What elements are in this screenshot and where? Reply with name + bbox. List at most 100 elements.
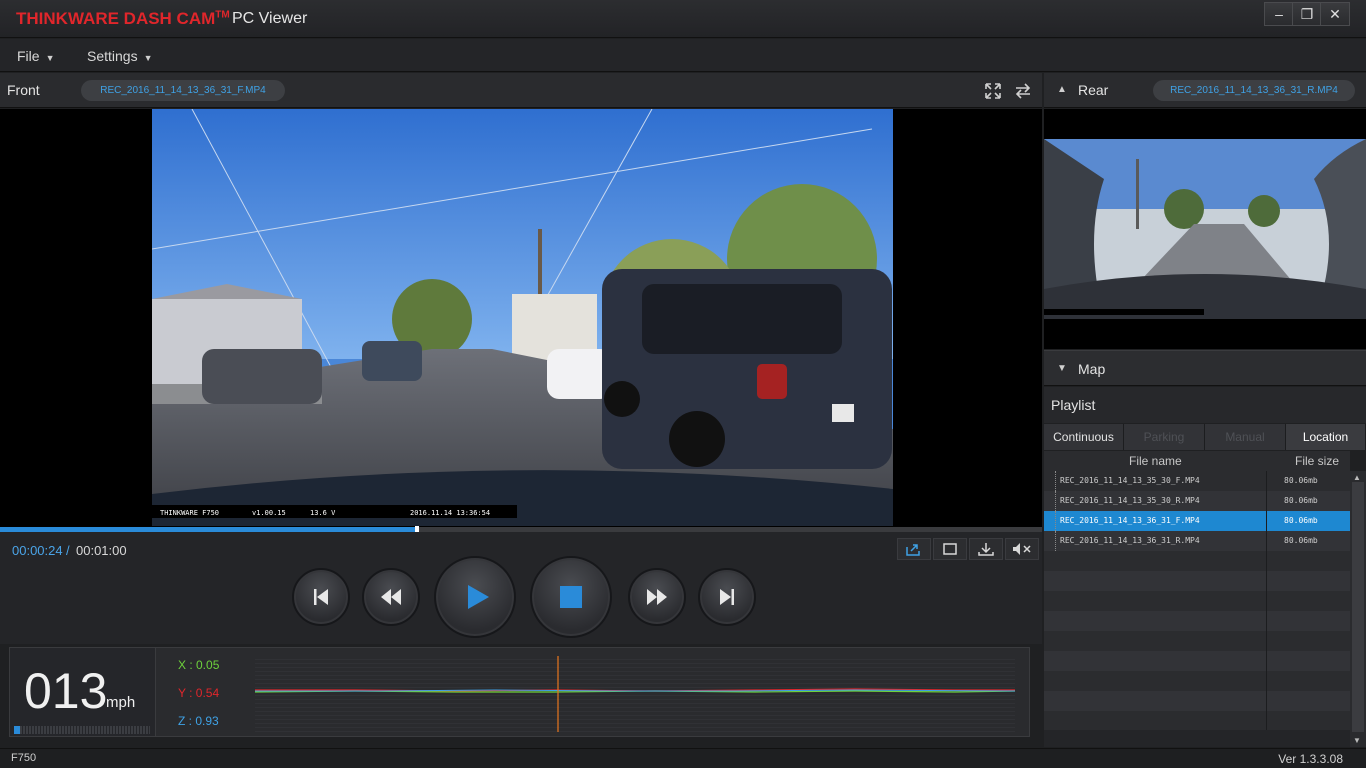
expand-icon[interactable]	[983, 81, 1003, 101]
file-size-cell: 80.06mb	[1284, 516, 1318, 525]
file-name-cell: REC_2016_11_14_13_36_31_R.MP4	[1060, 536, 1200, 545]
caret-down-icon: ▼	[143, 53, 153, 63]
scrollbar-thumb[interactable]	[1352, 482, 1364, 732]
rear-camera-scene	[1044, 139, 1366, 319]
file-menu-label: File	[17, 48, 40, 64]
front-video-frame[interactable]: THINKWARE F750 v1.00.15 13.6 V 2016.11.1…	[152, 109, 893, 526]
settings-menu-label: Settings	[87, 48, 138, 64]
skip-previous-button[interactable]	[292, 568, 350, 626]
g-sensor-panel: 013 mph X : 0.05 Y : 0.54 Z : 0.93	[9, 647, 1030, 737]
osd-version: v1.00.15	[252, 509, 286, 517]
table-row[interactable]: REC_2016_11_14_13_36_31_R.MP4 80.06mb	[1044, 531, 1350, 551]
speed-unit: mph	[106, 694, 136, 711]
playlist-label: Playlist	[1051, 397, 1096, 413]
app-version: Ver 1.3.3.08	[1278, 752, 1343, 766]
table-row[interactable]: REC_2016_11_14_13_35_30_R.MP4 80.06mb	[1044, 491, 1350, 511]
tab-location[interactable]: Location	[1286, 424, 1366, 450]
share-icon	[906, 544, 920, 556]
playlist-table: REC_2016_11_14_13_35_30_F.MP4 80.06mb REC…	[1044, 471, 1350, 730]
table-row[interactable]: REC_2016_11_14_13_35_30_F.MP4 80.06mb	[1044, 471, 1350, 491]
osd-model: THINKWARE F750	[160, 509, 219, 517]
current-time: 00:00:24	[12, 543, 63, 558]
column-file-size[interactable]: File size	[1295, 454, 1339, 468]
tree-line	[1055, 511, 1056, 531]
settings-menu[interactable]: Settings ▼	[87, 48, 153, 64]
file-size-cell: 80.06mb	[1284, 476, 1318, 485]
speed-bar	[14, 726, 150, 734]
skip-previous-icon	[314, 589, 328, 605]
rewind-button[interactable]	[362, 568, 420, 626]
playlist-tabs: Continuous Parking Manual Location	[1044, 424, 1366, 450]
minimize-button[interactable]: –	[1264, 2, 1294, 26]
rear-video-area[interactable]	[1044, 109, 1366, 349]
playlist-footer	[1044, 730, 1350, 747]
column-file-name[interactable]: File name	[1129, 454, 1182, 468]
scroll-down-icon[interactable]: ▼	[1353, 736, 1361, 745]
swap-icon[interactable]	[1013, 81, 1033, 101]
download-icon	[978, 543, 994, 556]
rear-label: Rear	[1078, 82, 1109, 98]
skip-next-icon	[720, 589, 734, 605]
close-button[interactable]: ✕	[1320, 2, 1350, 26]
y-axis-value: Y : 0.54	[178, 686, 220, 700]
column-divider	[1266, 471, 1267, 730]
fast-forward-icon	[647, 589, 667, 605]
file-name-cell: REC_2016_11_14_13_35_30_R.MP4	[1060, 496, 1200, 505]
front-header: Front REC_2016_11_14_13_36_31_F.MP4	[0, 73, 1042, 108]
play-icon	[468, 585, 489, 609]
rear-video-frame[interactable]	[1044, 139, 1366, 319]
tree-line	[1055, 471, 1056, 491]
x-axis-value: X : 0.05	[178, 658, 220, 672]
front-label: Front	[7, 82, 40, 98]
rear-filename: REC_2016_11_14_13_36_31_R.MP4	[1153, 80, 1355, 101]
playback-controls: 00:00:24 / 00:01:00	[0, 532, 1042, 644]
front-video-area[interactable]: THINKWARE F750 v1.00.15 13.6 V 2016.11.1…	[0, 109, 1042, 527]
status-bar: F750 Ver 1.3.3.08	[0, 748, 1366, 768]
brand-name: THINKWARE DASH CAM	[16, 9, 216, 28]
tree-line	[1055, 531, 1056, 551]
file-size-cell: 80.06mb	[1284, 536, 1318, 545]
app-window: THINKWARE DASH CAMTM PC Viewer – ❐ ✕ Fil…	[0, 0, 1366, 768]
z-axis-value: Z : 0.93	[178, 714, 219, 728]
osd-voltage: 13.6 V	[310, 509, 336, 517]
speed-bar-fill	[14, 726, 20, 734]
stop-icon	[560, 586, 582, 608]
collapse-up-icon[interactable]: ▲	[1057, 84, 1067, 95]
map-label: Map	[1078, 361, 1106, 377]
title-bar: THINKWARE DASH CAMTM PC Viewer – ❐ ✕	[0, 0, 1366, 38]
g-sensor-graph[interactable]	[254, 656, 1016, 732]
playlist-column-header: File name File size	[1044, 451, 1350, 471]
osd-datetime: 2016.11.14 13:36:54	[410, 509, 490, 517]
table-row-selected[interactable]: REC_2016_11_14_13_36_31_F.MP4 80.06mb	[1044, 511, 1350, 531]
fast-forward-button[interactable]	[628, 568, 686, 626]
map-header[interactable]: ▼ Map	[1044, 350, 1366, 386]
share-button[interactable]	[897, 538, 931, 560]
caret-down-icon: ▼	[45, 53, 55, 63]
front-camera-scene: THINKWARE F750 v1.00.15 13.6 V 2016.11.1…	[152, 109, 893, 526]
front-filename: REC_2016_11_14_13_36_31_F.MP4	[81, 80, 285, 101]
save-button[interactable]	[969, 538, 1003, 560]
rear-header[interactable]: ▲ Rear REC_2016_11_14_13_36_31_R.MP4	[1044, 73, 1366, 108]
tab-manual[interactable]: Manual	[1205, 424, 1286, 450]
tab-continuous[interactable]: Continuous	[1044, 424, 1124, 450]
file-size-cell: 80.06mb	[1284, 496, 1318, 505]
menu-bar: File ▼ Settings ▼	[0, 39, 1366, 72]
app-title: PC Viewer	[232, 10, 308, 27]
restore-button[interactable]: ❐	[1292, 2, 1322, 26]
file-menu[interactable]: File ▼	[17, 48, 54, 64]
mute-button[interactable]	[1005, 538, 1039, 560]
device-model: F750	[11, 752, 37, 764]
stop-button[interactable]	[530, 556, 612, 638]
mute-icon	[1013, 543, 1031, 555]
fullscreen-button[interactable]	[933, 538, 967, 560]
file-name-cell: REC_2016_11_14_13_36_31_F.MP4	[1060, 516, 1200, 525]
tab-parking[interactable]: Parking	[1124, 424, 1205, 450]
skip-next-button[interactable]	[698, 568, 756, 626]
speed-value: 013	[24, 663, 108, 719]
brand-trademark: TM	[215, 9, 230, 21]
playlist-header: Playlist	[1044, 387, 1366, 423]
rewind-icon	[381, 589, 401, 605]
scroll-up-icon[interactable]: ▲	[1353, 473, 1361, 482]
play-button[interactable]	[434, 556, 516, 638]
expand-down-icon[interactable]: ▼	[1057, 363, 1067, 374]
